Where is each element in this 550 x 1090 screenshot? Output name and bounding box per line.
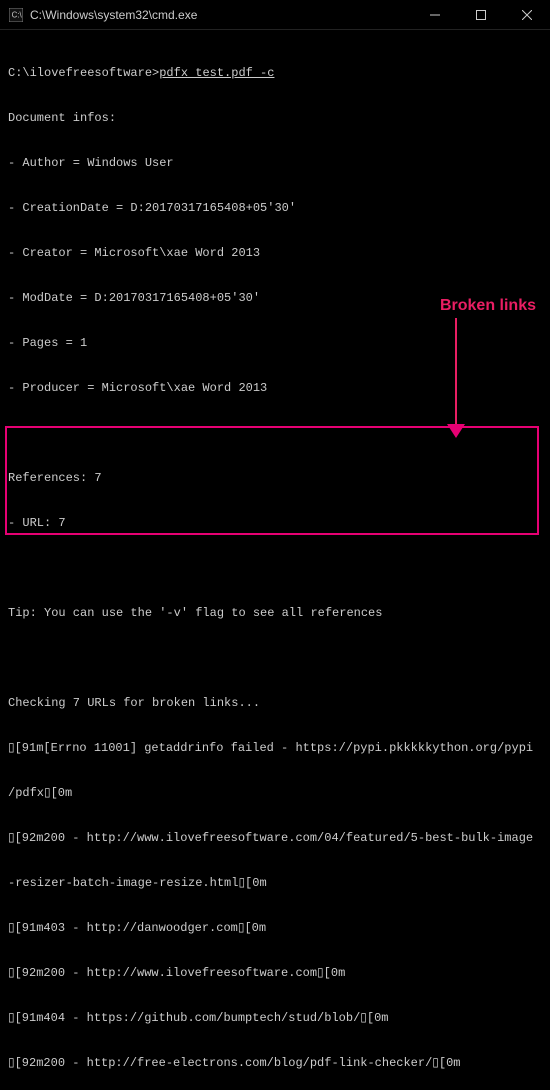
- prompt-label: C:\ilovefreesoftware>: [8, 66, 159, 80]
- command-text: pdfx test.pdf -c: [159, 66, 274, 80]
- result-line: -resizer-batch-image-resize.html▯[0m: [8, 876, 542, 891]
- tip: Tip: You can use the '-v' flag to see al…: [8, 606, 542, 621]
- close-button[interactable]: [504, 0, 550, 29]
- doc-producer: - Producer = Microsoft\xae Word 2013: [8, 381, 542, 396]
- annotation-label: Broken links: [440, 298, 536, 313]
- cmd-window: C:\ C:\Windows\system32\cmd.exe C:\ilove…: [0, 0, 550, 545]
- annotation-arrow: [462, 318, 505, 378]
- doc-author: - Author = Windows User: [8, 156, 542, 171]
- result-line: /pdfx▯[0m: [8, 786, 542, 801]
- result-line: ▯[91m404 - https://github.com/bumptech/s…: [8, 1011, 542, 1026]
- annotation-box: [5, 426, 539, 535]
- result-line: ▯[92m200 - http://www.ilovefreesoftware.…: [8, 966, 542, 981]
- window-title: C:\Windows\system32\cmd.exe: [30, 8, 412, 22]
- doc-header: Document infos:: [8, 111, 542, 126]
- terminal-output[interactable]: C:\ilovefreesoftware>pdfx test.pdf -c Do…: [0, 30, 550, 545]
- doc-creation: - CreationDate = D:20170317165408+05'30': [8, 201, 542, 216]
- minimize-button[interactable]: [412, 0, 458, 29]
- svg-text:C:\: C:\: [12, 10, 23, 19]
- result-line: ▯[92m200 - http://free-electrons.com/blo…: [8, 1056, 542, 1071]
- result-line: ▯[91m[Errno 11001] getaddrinfo failed - …: [8, 741, 542, 756]
- window-controls: [412, 0, 550, 29]
- prompt-line: C:\ilovefreesoftware>pdfx test.pdf -c: [8, 66, 542, 81]
- blank: [8, 561, 542, 576]
- result-line: ▯[91m403 - http://danwoodger.com▯[0m: [8, 921, 542, 936]
- result-line: ▯[92m200 - http://www.ilovefreesoftware.…: [8, 831, 542, 846]
- titlebar[interactable]: C:\ C:\Windows\system32\cmd.exe: [0, 0, 550, 30]
- maximize-button[interactable]: [458, 0, 504, 29]
- checking: Checking 7 URLs for broken links...: [8, 696, 542, 711]
- cmd-icon: C:\: [8, 7, 24, 23]
- blank: [8, 651, 542, 666]
- doc-creator: - Creator = Microsoft\xae Word 2013: [8, 246, 542, 261]
